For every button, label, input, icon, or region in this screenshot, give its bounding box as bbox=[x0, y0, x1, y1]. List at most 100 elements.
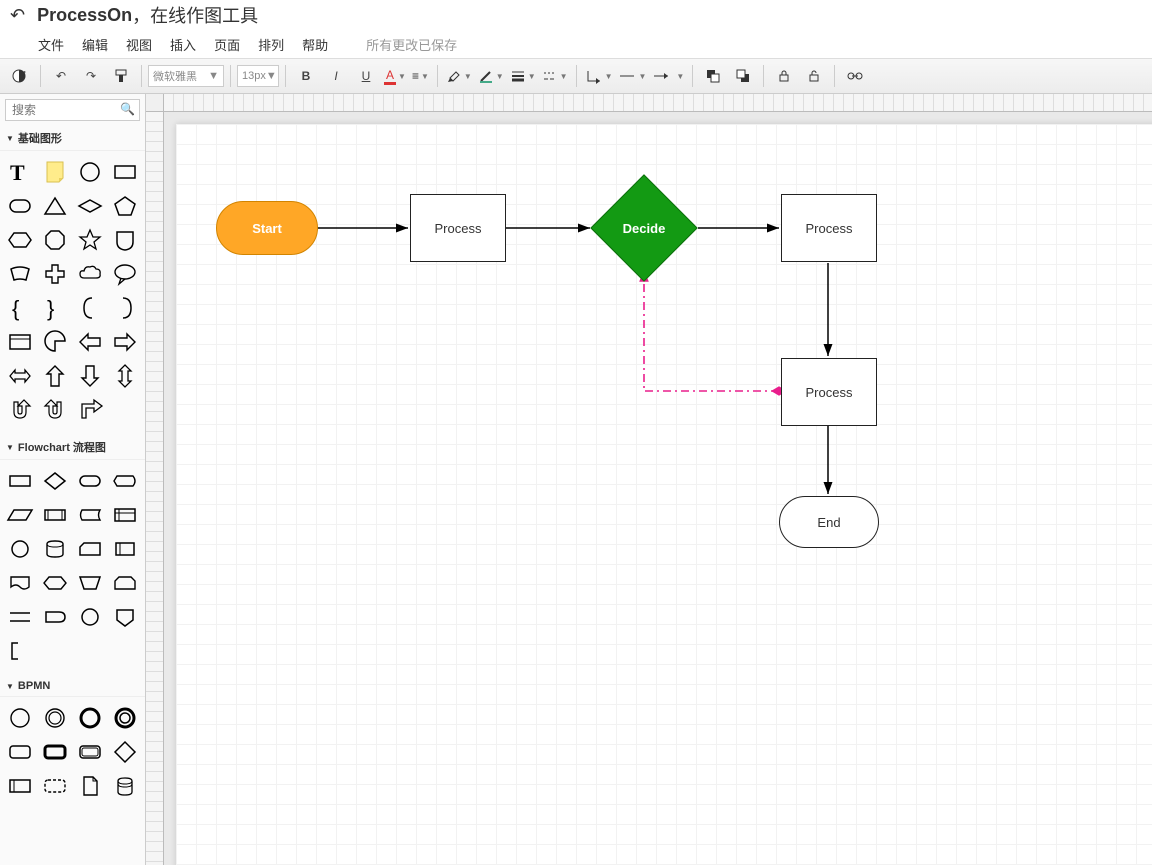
shape-fc-circle2[interactable] bbox=[73, 600, 108, 634]
shape-bpmn-task3[interactable] bbox=[73, 735, 108, 769]
menu-help[interactable]: 帮助 bbox=[302, 35, 328, 54]
underline-icon[interactable]: U bbox=[352, 63, 380, 89]
shape-blank4[interactable] bbox=[108, 634, 143, 668]
line-width-button[interactable]: ▼ bbox=[508, 63, 538, 89]
shape-blank2[interactable] bbox=[37, 634, 72, 668]
node-process-2[interactable]: Process bbox=[781, 194, 877, 262]
shape-trapezoid-curved[interactable] bbox=[2, 257, 37, 291]
shape-bpmn-pool[interactable] bbox=[2, 769, 37, 803]
shape-fc-predef[interactable] bbox=[37, 498, 72, 532]
bold-icon[interactable]: B bbox=[292, 63, 320, 89]
shape-fc-card[interactable] bbox=[73, 532, 108, 566]
menu-view[interactable]: 视图 bbox=[126, 35, 152, 54]
font-size-select[interactable]: 13px ▼ bbox=[237, 65, 279, 87]
shape-arrow-up[interactable] bbox=[37, 359, 72, 393]
shape-blank3[interactable] bbox=[73, 634, 108, 668]
menu-file[interactable]: 文件 bbox=[38, 35, 64, 54]
shape-hexagon[interactable] bbox=[2, 223, 37, 257]
menu-edit[interactable]: 编辑 bbox=[82, 35, 108, 54]
shape-speech[interactable] bbox=[108, 257, 143, 291]
shape-arrow-left[interactable] bbox=[73, 325, 108, 359]
node-decide[interactable]: Decide bbox=[606, 190, 682, 266]
shape-shield[interactable] bbox=[108, 223, 143, 257]
shape-fc-stored[interactable] bbox=[73, 498, 108, 532]
undo-icon[interactable]: ↶ bbox=[47, 63, 75, 89]
send-back-icon[interactable] bbox=[729, 63, 757, 89]
shape-fc-prep[interactable] bbox=[37, 566, 72, 600]
menu-page[interactable]: 页面 bbox=[214, 35, 240, 54]
shape-note[interactable] bbox=[37, 155, 72, 189]
link-icon[interactable] bbox=[841, 63, 869, 89]
bring-front-icon[interactable] bbox=[699, 63, 727, 89]
format-painter-icon[interactable] bbox=[107, 63, 135, 89]
shape-bpmn-gateway[interactable] bbox=[108, 735, 143, 769]
shape-cloud[interactable] bbox=[73, 257, 108, 291]
node-start[interactable]: Start bbox=[216, 201, 318, 255]
shape-pentagon[interactable] bbox=[108, 189, 143, 223]
font-color-button[interactable]: A ▼ bbox=[382, 63, 408, 89]
shape-arrow-ud[interactable] bbox=[108, 359, 143, 393]
shape-bpmn-group[interactable] bbox=[37, 769, 72, 803]
shape-rect[interactable] bbox=[108, 155, 143, 189]
shape-fc-connector[interactable] bbox=[2, 532, 37, 566]
shape-fc-internal[interactable] bbox=[108, 498, 143, 532]
shape-fc-display[interactable] bbox=[108, 464, 143, 498]
shape-fc-data[interactable] bbox=[2, 498, 37, 532]
shape-bpmn-store[interactable] bbox=[108, 769, 143, 803]
menu-arrange[interactable]: 排列 bbox=[258, 35, 284, 54]
shape-bpmn-end2[interactable] bbox=[108, 701, 143, 735]
node-process-1[interactable]: Process bbox=[410, 194, 506, 262]
shape-fc-parallel[interactable] bbox=[2, 600, 37, 634]
shape-bracket-left[interactable] bbox=[73, 291, 108, 325]
shape-fc-tape[interactable] bbox=[108, 532, 143, 566]
canvas-area[interactable]: Start Process Decide Process Process End bbox=[146, 94, 1152, 865]
category-flowchart[interactable]: ▼ Flowchart 流程图 bbox=[0, 435, 145, 460]
shape-fc-loop[interactable] bbox=[108, 566, 143, 600]
shape-bpmn-end[interactable] bbox=[73, 701, 108, 735]
back-icon[interactable]: ↶ bbox=[10, 5, 25, 26]
shape-octagon[interactable] bbox=[37, 223, 72, 257]
shape-u-arrow-right[interactable] bbox=[37, 393, 72, 427]
shape-fc-offpage[interactable] bbox=[108, 600, 143, 634]
shape-text[interactable]: T bbox=[2, 155, 37, 189]
shape-fc-delay[interactable] bbox=[37, 600, 72, 634]
shape-bpmn-intermediate[interactable] bbox=[37, 701, 72, 735]
fill-color-button[interactable]: ▼ bbox=[444, 63, 474, 89]
shape-sector[interactable] bbox=[37, 325, 72, 359]
shape-roundrect[interactable] bbox=[2, 189, 37, 223]
shape-triangle[interactable] bbox=[37, 189, 72, 223]
search-icon[interactable]: 🔍 bbox=[120, 102, 135, 116]
italic-icon[interactable]: I bbox=[322, 63, 350, 89]
shape-circle[interactable] bbox=[73, 155, 108, 189]
arrow-end-button[interactable]: ▼ bbox=[650, 63, 686, 89]
line-color-button[interactable]: ▼ bbox=[476, 63, 506, 89]
shape-brace-left[interactable]: { bbox=[2, 291, 37, 325]
shape-bpmn-data[interactable] bbox=[73, 769, 108, 803]
shape-rhombus-wide[interactable] bbox=[73, 189, 108, 223]
shape-brace-right[interactable]: } bbox=[37, 291, 72, 325]
line-style-button[interactable]: ▼ bbox=[540, 63, 570, 89]
shape-cross[interactable] bbox=[37, 257, 72, 291]
shape-panel[interactable]: 🔍 ▼ 基础图形 T { } bbox=[0, 94, 146, 865]
shape-fc-doc[interactable] bbox=[2, 566, 37, 600]
shape-arrow-lr[interactable] bbox=[2, 359, 37, 393]
unlock-icon[interactable] bbox=[800, 63, 828, 89]
shape-star[interactable] bbox=[73, 223, 108, 257]
shape-arrow-right[interactable] bbox=[108, 325, 143, 359]
category-basic[interactable]: ▼ 基础图形 bbox=[0, 126, 145, 151]
shape-bpmn-task2[interactable] bbox=[37, 735, 72, 769]
shape-corner-arrow[interactable] bbox=[73, 393, 108, 427]
lock-icon[interactable] bbox=[770, 63, 798, 89]
connector-type-button[interactable]: ▼ bbox=[583, 63, 615, 89]
shape-bpmn-event[interactable] bbox=[2, 701, 37, 735]
shape-fc-annotate[interactable] bbox=[2, 634, 37, 668]
redo-icon[interactable]: ↷ bbox=[77, 63, 105, 89]
node-process-3[interactable]: Process bbox=[781, 358, 877, 426]
shape-frame[interactable] bbox=[2, 325, 37, 359]
font-family-select[interactable]: 微软雅黑 ▼ bbox=[148, 65, 224, 87]
shape-arrow-down[interactable] bbox=[73, 359, 108, 393]
category-bpmn[interactable]: ▼ BPMN bbox=[0, 676, 145, 697]
node-end[interactable]: End bbox=[779, 496, 879, 548]
arrow-start-button[interactable]: ▼ bbox=[616, 63, 648, 89]
shape-bracket-right[interactable] bbox=[108, 291, 143, 325]
